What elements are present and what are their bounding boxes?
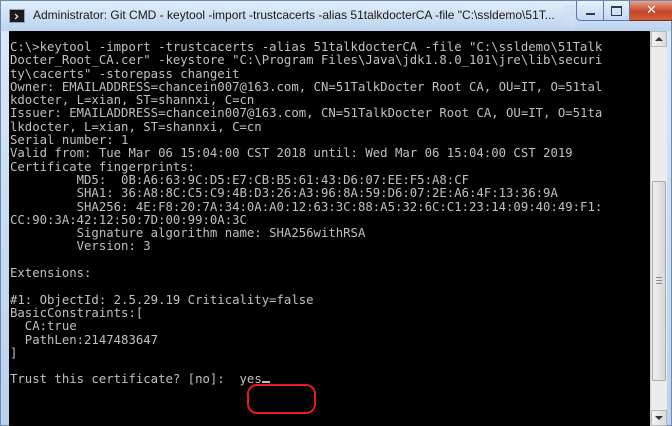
console-line: CA:true (24, 319, 77, 334)
grip-line (656, 283, 662, 284)
window-title: Administrator: Git CMD - keytool -import… (33, 8, 555, 22)
minimize-button[interactable] (576, 1, 604, 21)
console-area[interactable]: C:\>keytool -import -trustcacerts -alias… (9, 31, 650, 426)
scroll-thumb[interactable] (652, 181, 666, 381)
close-icon: ✕ (646, 3, 657, 18)
minimize-icon (585, 12, 595, 15)
grip-line (656, 277, 662, 278)
console-output: C:\>keytool -import -trustcacerts -alias… (10, 40, 602, 387)
close-button[interactable]: ✕ (630, 1, 672, 21)
console-line: Signature algorithm name: SHA256withRSA (76, 226, 366, 241)
trust-prompt: Trust this certificate? [no]: (10, 372, 240, 387)
console-line: lkdocter, L=xian, ST=shannxi, C=cn (10, 119, 262, 134)
console-line: #1: ObjectId: 2.5.29.19 Criticality=fals… (10, 292, 314, 307)
title-fade (561, 5, 575, 27)
console-line: MD5: 0B:A6:63:9C:D5:E7:CB:B5:61:43:D6:07… (76, 172, 470, 187)
maximize-icon (611, 5, 622, 16)
console-line: CC:90:3A:42:12:50:7D:00:99:0A:3C (10, 212, 247, 227)
cmd-window: Administrator: Git CMD - keytool -import… (0, 0, 672, 426)
console-line: Extensions: (10, 266, 92, 281)
console-line: C:\>keytool -import -trustcacerts -alias… (10, 40, 603, 54)
console-lines: C:\>keytool -import -trustcacerts -alias… (10, 40, 602, 360)
grip-line (656, 280, 662, 281)
scroll-up-arrow-icon (655, 37, 663, 41)
vertical-scrollbar[interactable] (650, 31, 667, 426)
console-line: BasicConstraints:[ (10, 305, 144, 320)
title-bar[interactable]: Administrator: Git CMD - keytool -import… (1, 1, 672, 31)
console-line: PathLen:2147483647 (24, 332, 159, 347)
scroll-down-arrow-icon (655, 416, 663, 420)
console-line: SHA1: 36:A8:8C:C5:C9:4B:D3:26:A3:96:8A:5… (76, 186, 558, 201)
scroll-up-button[interactable] (651, 31, 667, 47)
scroll-down-button[interactable] (651, 410, 667, 426)
console-line: Certificate fingerprints: (10, 159, 196, 174)
maximize-button[interactable] (604, 1, 630, 21)
console-line: Owner: EMAILADDRESS=chancein007@163.com,… (10, 79, 603, 94)
window-controls: ✕ (576, 1, 672, 21)
console-line: Issuer: EMAILADDRESS=chancein007@163.com… (10, 106, 603, 121)
cmd-prompt-icon[interactable] (9, 9, 25, 23)
highlight-annotation (247, 384, 316, 414)
console-line: ty\cacerts" -storepass changeit (10, 66, 240, 81)
console-line: kdocter, L=xian, ST=shannxi, C=cn (10, 93, 255, 108)
console-line: Version: 3 (76, 239, 151, 254)
console-line: Docter_Root_CA.cer" -keystore "C:\Progra… (10, 53, 603, 68)
console-line: Serial number: 1 (10, 133, 129, 148)
console-line: Valid from: Tue Mar 06 15:04:00 CST 2018… (10, 146, 573, 161)
console-line: ] (10, 345, 18, 360)
console-line: SHA256: 4E:F8:20:7A:34:0A:A0:12:63:3C:88… (76, 199, 603, 214)
